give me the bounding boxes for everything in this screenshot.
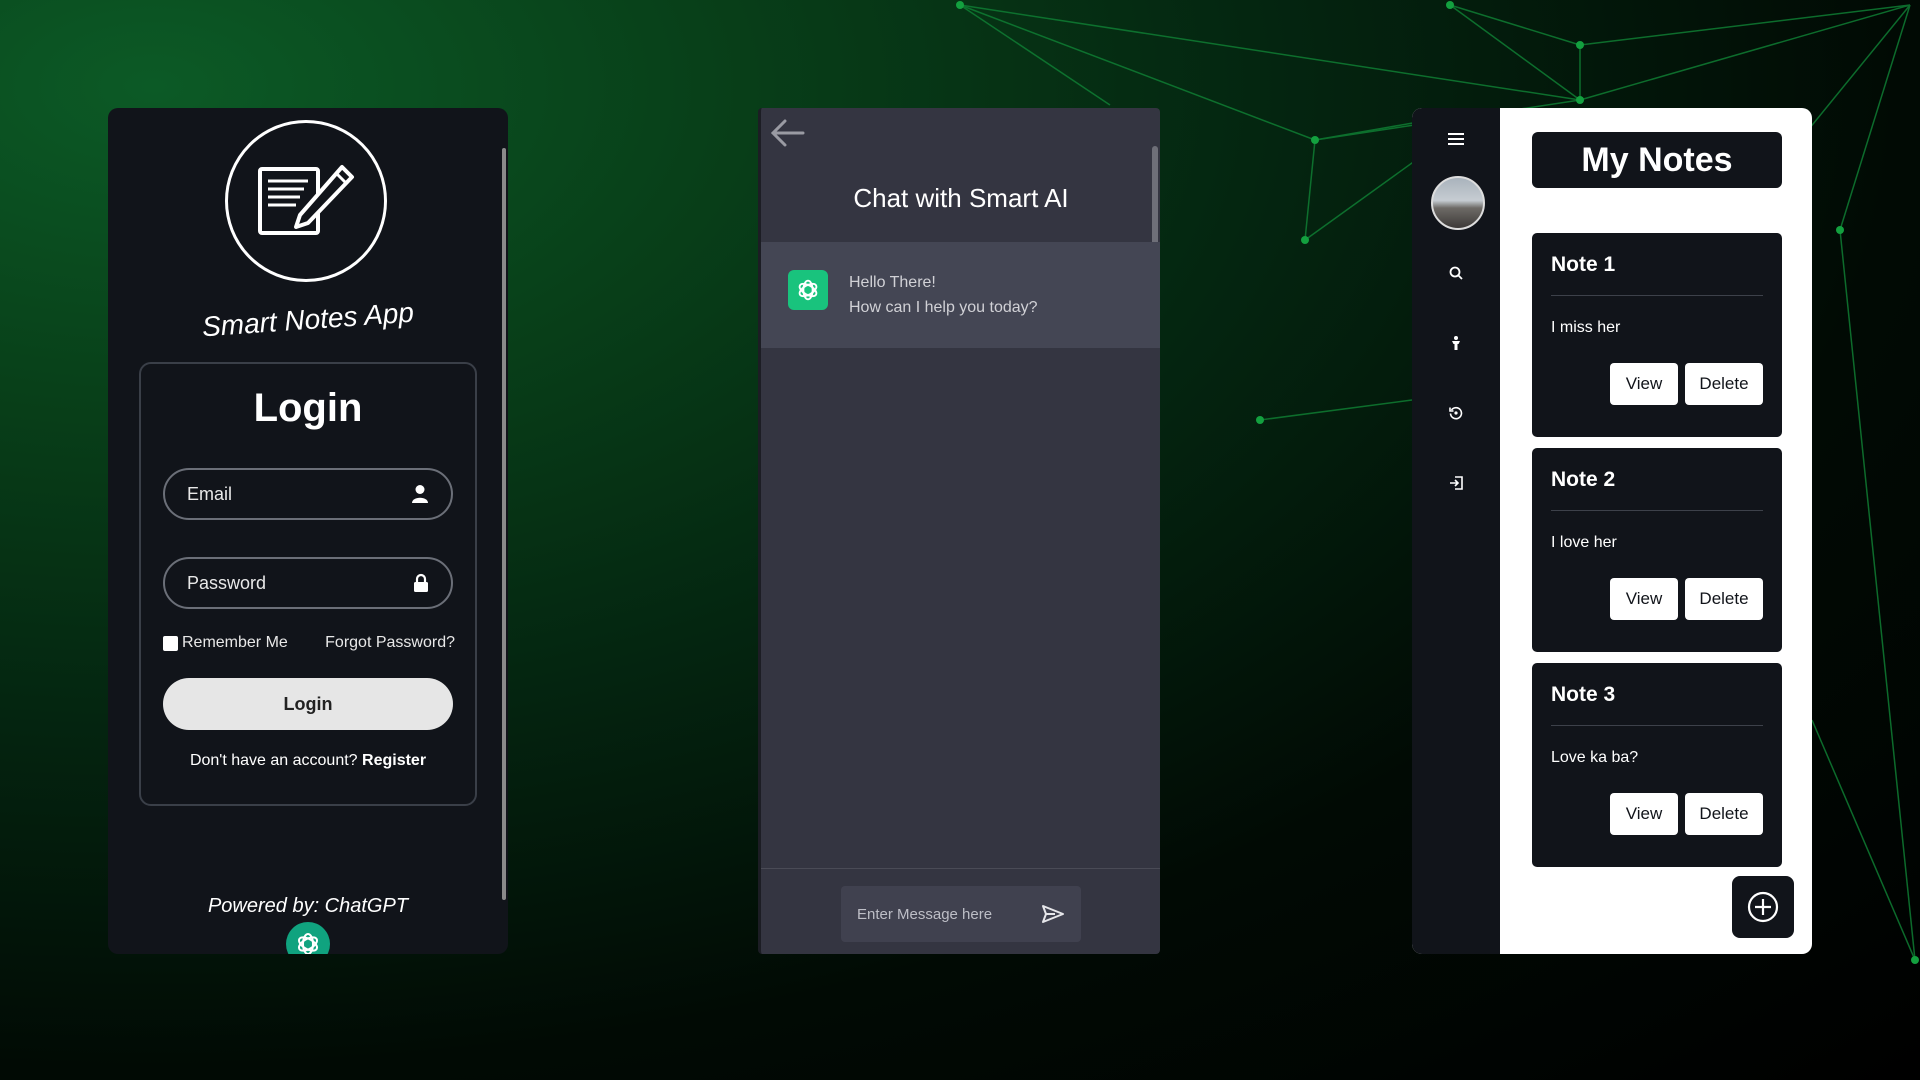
delete-button[interactable]: Delete [1685, 793, 1763, 835]
password-placeholder: Password [187, 572, 267, 593]
note-body: Love ka ba? [1551, 749, 1639, 766]
add-note-button[interactable] [1732, 876, 1794, 938]
scrollbar[interactable] [502, 148, 506, 900]
remember-me[interactable]: Remember Me [163, 634, 288, 652]
view-button[interactable]: View [1610, 363, 1678, 405]
note-title: Note 1 [1551, 253, 1616, 276]
note-body: I love her [1551, 534, 1617, 551]
message-input[interactable]: Enter Message here [841, 886, 1081, 942]
person-icon [1452, 336, 1460, 350]
login-button[interactable]: Login [163, 678, 453, 730]
email-placeholder: Email [187, 483, 233, 504]
page-title: My Notes [1532, 132, 1782, 188]
login-form: Login Email Password Remember Me Forgot … [139, 362, 477, 806]
bot-message-line: How can I help you today? [849, 299, 1038, 316]
send-icon[interactable] [1041, 904, 1065, 924]
note-title: Note 2 [1551, 468, 1616, 491]
back-button[interactable] [767, 118, 807, 153]
remember-row: Remember Me Forgot Password? [163, 634, 455, 652]
back-arrow-icon [770, 119, 805, 147]
history-button[interactable] [1412, 406, 1500, 420]
bot-message-line: Hello There! [849, 274, 936, 291]
message-input-placeholder: Enter Message here [857, 905, 993, 923]
delete-button[interactable]: Delete [1685, 578, 1763, 620]
divider [761, 868, 1160, 869]
app-logo [225, 120, 387, 282]
history-icon [1449, 406, 1463, 420]
logout-button[interactable] [1412, 476, 1500, 490]
bot-message: Hello There! How can I help you today? [761, 242, 1160, 348]
note-title: Note 3 [1551, 683, 1616, 706]
register-prompt: Don't have an account? [189, 752, 358, 769]
remember-me-checkbox[interactable] [163, 635, 178, 651]
menu-icon [1448, 133, 1464, 145]
note-card: Note 2 I love her View Delete [1532, 448, 1782, 652]
note-card: Note 1 I miss her View Delete [1532, 233, 1782, 437]
user-icon [412, 485, 428, 503]
view-button[interactable]: View [1610, 793, 1678, 835]
chat-screen: Chat with Smart AI Hello There! How can … [758, 108, 1160, 954]
divider [1551, 725, 1763, 726]
sidebar [1412, 108, 1500, 954]
register-link[interactable]: Register [362, 752, 426, 769]
register-row: Don't have an account? Register [141, 752, 475, 770]
profile-button[interactable] [1412, 336, 1500, 350]
delete-button[interactable]: Delete [1685, 363, 1763, 405]
notepad-pencil-icon [258, 165, 354, 235]
email-field[interactable]: Email [163, 468, 453, 520]
logout-icon [1450, 476, 1463, 490]
bot-message-text: Hello There! How can I help you today? [849, 270, 1038, 320]
login-screen: Smart Notes App Login Email Password Rem… [108, 108, 508, 954]
divider [1551, 510, 1763, 511]
avatar[interactable] [1431, 176, 1485, 230]
lock-icon [414, 573, 428, 592]
password-field[interactable]: Password [163, 557, 453, 609]
view-button[interactable]: View [1610, 578, 1678, 620]
note-body: I miss her [1551, 319, 1621, 336]
app-title: Smart Notes App [201, 296, 415, 343]
openai-logo-icon [286, 922, 330, 954]
remember-me-label: Remember Me [182, 634, 288, 651]
divider [1551, 295, 1763, 296]
add-circle-icon [1747, 891, 1779, 923]
powered-by-label: Powered by: ChatGPT [207, 895, 409, 917]
login-heading: Login [253, 386, 363, 430]
notes-screen: My Notes Note 1 I miss her View Delete N… [1412, 108, 1812, 954]
search-icon [1449, 266, 1463, 280]
openai-logo-icon [788, 270, 828, 310]
search-button[interactable] [1412, 266, 1500, 280]
menu-button[interactable] [1412, 132, 1500, 146]
note-card: Note 3 Love ka ba? View Delete [1532, 663, 1782, 867]
chat-title: Chat with Smart AI [853, 183, 1069, 213]
forgot-password-link[interactable]: Forgot Password? [325, 634, 455, 652]
